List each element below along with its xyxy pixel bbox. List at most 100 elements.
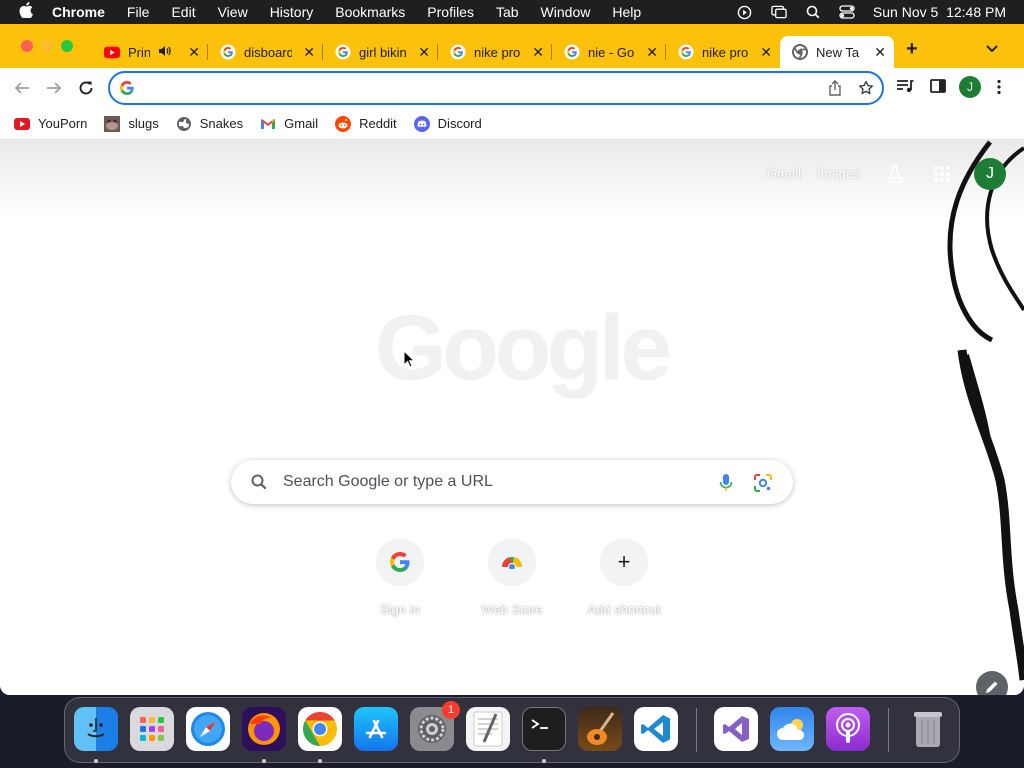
tab-nike-pro-2[interactable]: nike pro ✕ (666, 36, 780, 68)
tab-youtube[interactable]: Prin ✕ (92, 36, 208, 68)
dock-separator (696, 708, 697, 752)
plus-icon: + (600, 538, 648, 586)
screen-mirroring-icon[interactable] (771, 5, 787, 19)
menu-help[interactable]: Help (601, 0, 652, 24)
menu-history[interactable]: History (259, 0, 325, 24)
ntp-search-box[interactable]: Search Google or type a URL (231, 460, 793, 504)
tab-girl-biking[interactable]: girl biking ✕ (323, 36, 438, 68)
tab-disboard[interactable]: disboard ✕ (208, 36, 323, 68)
menu-bar-clock[interactable]: Sun Nov 5 12:48 PM (873, 4, 1006, 20)
tab-new-tab[interactable]: New Tab ✕ (780, 36, 894, 68)
bookmark-discord[interactable]: Discord (413, 115, 482, 132)
new-tab-page: Gmail Images J Google Search Google or t… (0, 140, 1024, 695)
media-controls-icon[interactable] (896, 78, 914, 99)
chrome-icon (792, 44, 808, 60)
customize-pencil-icon[interactable] (976, 671, 1008, 695)
tab-nike-pro-1[interactable]: nike pro ✕ (438, 36, 552, 68)
firefox-icon[interactable] (242, 707, 286, 751)
google-icon (450, 44, 466, 60)
globe-icon (176, 116, 192, 132)
vscode-icon[interactable] (634, 707, 678, 751)
side-panel-icon[interactable] (930, 78, 946, 99)
shortcut-sign-in[interactable]: Sign in (344, 538, 456, 617)
google-icon (376, 538, 424, 586)
menu-tab[interactable]: Tab (485, 0, 530, 24)
images-link[interactable]: Images (817, 166, 860, 181)
bookmark-reddit[interactable]: Reddit (335, 115, 397, 132)
google-lens-icon[interactable] (753, 473, 773, 498)
textedit-icon[interactable] (466, 707, 510, 751)
bookmark-slugs[interactable]: slugs (104, 115, 159, 132)
shortcut-label: Web Store (481, 602, 543, 617)
reload-icon[interactable] (76, 78, 96, 98)
trash-icon[interactable] (906, 707, 950, 751)
bookmark-label: Reddit (359, 116, 397, 131)
safari-icon[interactable] (186, 707, 230, 751)
slug-icon (104, 115, 121, 132)
apps-grid-icon[interactable] (934, 166, 950, 187)
close-tab-icon[interactable]: ✕ (532, 44, 544, 61)
garageband-icon[interactable] (578, 707, 622, 751)
menu-window[interactable]: Window (530, 0, 602, 24)
reddit-icon (335, 115, 352, 132)
youtube-icon (104, 44, 120, 60)
shortcut-web-store[interactable]: Web Store (456, 538, 568, 617)
menu-file[interactable]: File (116, 0, 161, 24)
close-tab-icon[interactable]: ✕ (303, 44, 315, 61)
screen-recording-icon[interactable] (737, 5, 753, 19)
bookmark-snakes[interactable]: Snakes (176, 116, 243, 132)
weather-icon[interactable] (770, 707, 814, 751)
search-icon (251, 474, 267, 495)
profile-avatar[interactable]: J (959, 76, 981, 98)
window-zoom-button[interactable] (61, 40, 73, 52)
close-tab-icon[interactable]: ✕ (646, 44, 658, 61)
close-tab-icon[interactable]: ✕ (874, 44, 886, 61)
podcasts-icon[interactable] (826, 707, 870, 751)
dock-separator (888, 708, 889, 752)
voice-search-mic-icon[interactable] (719, 473, 733, 498)
menu-profiles[interactable]: Profiles (416, 0, 485, 24)
ntp-profile-avatar[interactable]: J (974, 158, 1006, 190)
notification-badge: 1 (442, 701, 460, 719)
close-tab-icon[interactable]: ✕ (188, 44, 200, 61)
menu-app-name[interactable]: Chrome (52, 0, 116, 24)
bookmark-gmail[interactable]: Gmail (260, 116, 318, 132)
menu-bookmarks[interactable]: Bookmarks (324, 0, 416, 24)
bookmark-star-icon[interactable] (858, 80, 874, 101)
spotlight-search-icon[interactable] (805, 5, 821, 19)
tab-search-chevron-icon[interactable] (986, 40, 998, 58)
visual-studio-icon[interactable] (714, 707, 758, 751)
app-store-icon[interactable] (354, 707, 398, 751)
launchpad-icon[interactable] (130, 707, 174, 751)
forward-arrow-icon[interactable] (44, 78, 64, 98)
tab-strip: Prin ✕ disboard ✕ girl biking ✕ (0, 24, 1024, 68)
running-indicator (318, 759, 322, 763)
finder-icon[interactable] (74, 707, 118, 751)
bookmark-youporn[interactable]: YouPorn (14, 116, 87, 132)
terminal-icon[interactable] (522, 707, 566, 751)
chrome-icon[interactable] (298, 707, 342, 751)
kebab-menu-icon[interactable] (996, 79, 1002, 100)
audio-playing-icon[interactable] (158, 45, 171, 60)
shortcut-add[interactable]: + Add shortcut (568, 538, 680, 617)
labs-flask-icon[interactable] (885, 164, 905, 189)
close-tab-icon[interactable]: ✕ (418, 44, 430, 61)
tab-nie[interactable]: nie - Go ✕ (552, 36, 666, 68)
share-icon[interactable] (828, 80, 842, 101)
menu-view[interactable]: View (207, 0, 259, 24)
google-icon (120, 81, 134, 100)
address-bar[interactable] (108, 71, 884, 105)
window-close-button[interactable] (21, 40, 33, 52)
new-tab-button[interactable]: + (906, 38, 918, 61)
gmail-link[interactable]: Gmail (767, 166, 801, 181)
system-settings-icon[interactable]: 1 (410, 701, 460, 751)
tab-title: Prin (128, 44, 150, 60)
browser-toolbar: J (0, 68, 1024, 108)
google-icon (678, 44, 694, 60)
menu-edit[interactable]: Edit (160, 0, 206, 24)
close-tab-icon[interactable]: ✕ (760, 44, 772, 61)
apple-menu-icon[interactable] (0, 2, 52, 22)
control-center-icon[interactable] (839, 5, 855, 19)
window-minimize-button[interactable] (41, 40, 53, 52)
back-arrow-icon[interactable] (12, 78, 32, 98)
